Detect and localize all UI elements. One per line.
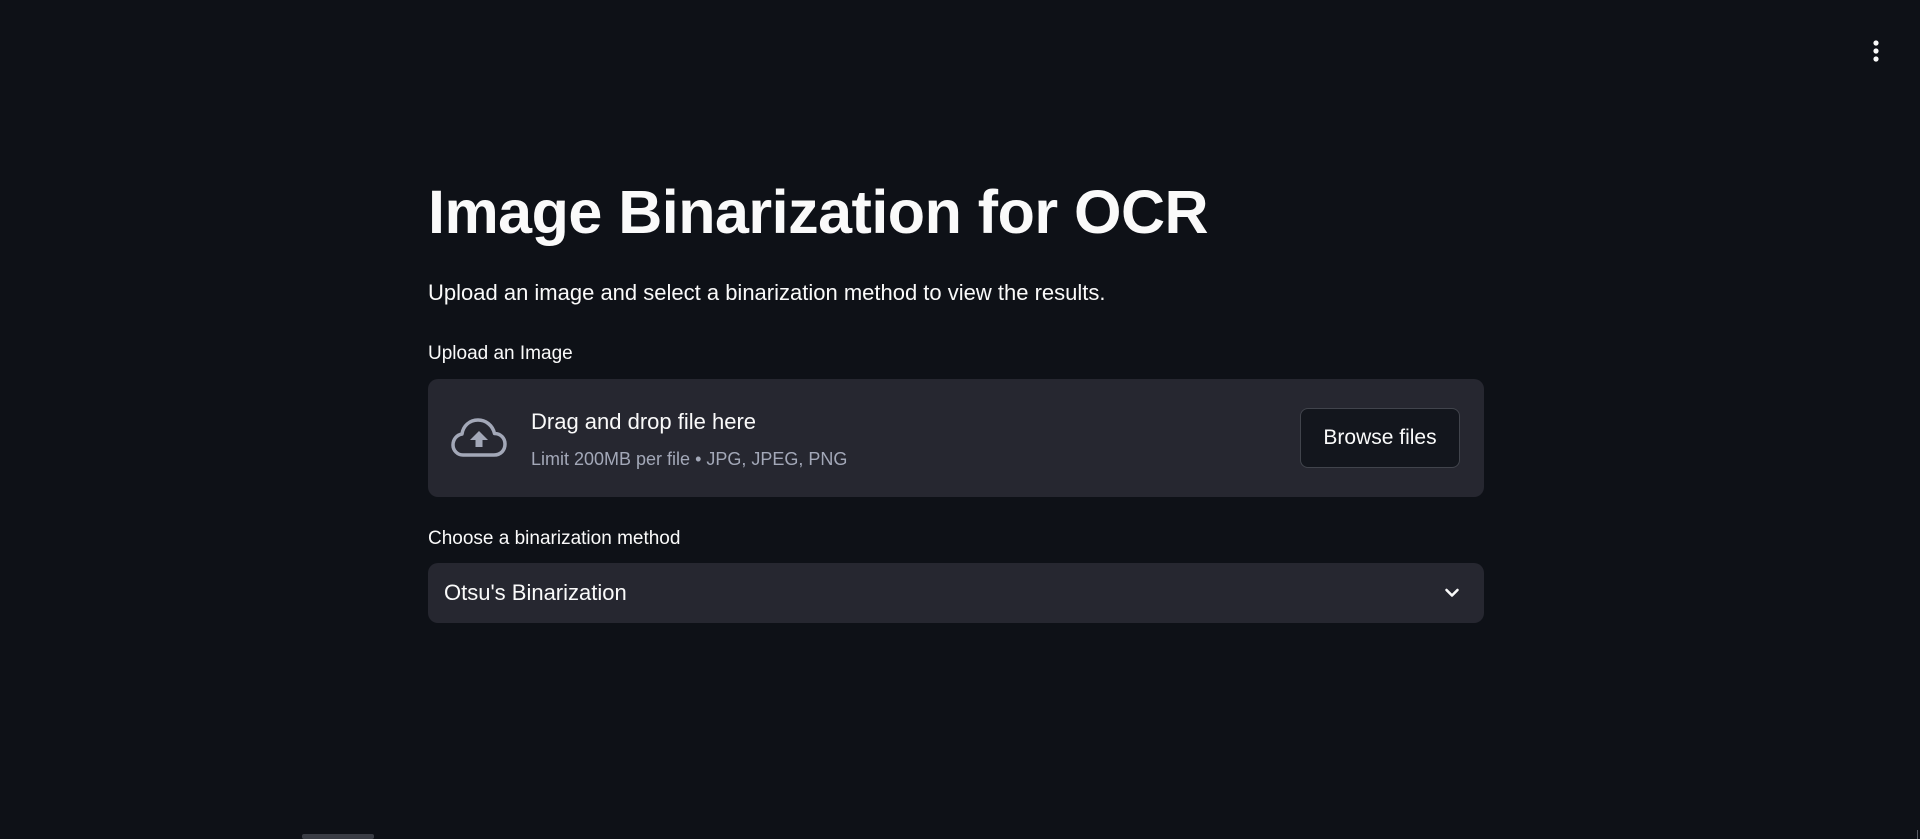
horizontal-scrollbar-thumb[interactable] [302, 834, 374, 839]
window-edge-marker [1917, 830, 1918, 839]
selected-method-value: Otsu's Binarization [444, 580, 627, 605]
chevron-down-icon [1442, 583, 1462, 603]
vertical-ellipsis-icon [1872, 39, 1880, 63]
cloud-upload-icon [450, 415, 508, 461]
binarization-method-select[interactable]: Otsu's Binarization [428, 563, 1484, 623]
page-title: Image Binarization for OCR [428, 178, 1209, 246]
method-select-label: Choose a binarization method [428, 528, 681, 549]
browse-files-button[interactable]: Browse files [1300, 408, 1460, 468]
file-dropzone[interactable]: Drag and drop file here Limit 200MB per … [428, 379, 1484, 497]
page-subtitle: Upload an image and select a binarizatio… [428, 280, 1106, 305]
main-menu-button[interactable] [1856, 34, 1896, 68]
uploader-label: Upload an Image [428, 343, 573, 364]
dropzone-limit-text: Limit 200MB per file • JPG, JPEG, PNG [531, 449, 848, 469]
app-root: Image Binarization for OCR Upload an ima… [0, 0, 1920, 839]
dropzone-title: Drag and drop file here [531, 409, 757, 434]
